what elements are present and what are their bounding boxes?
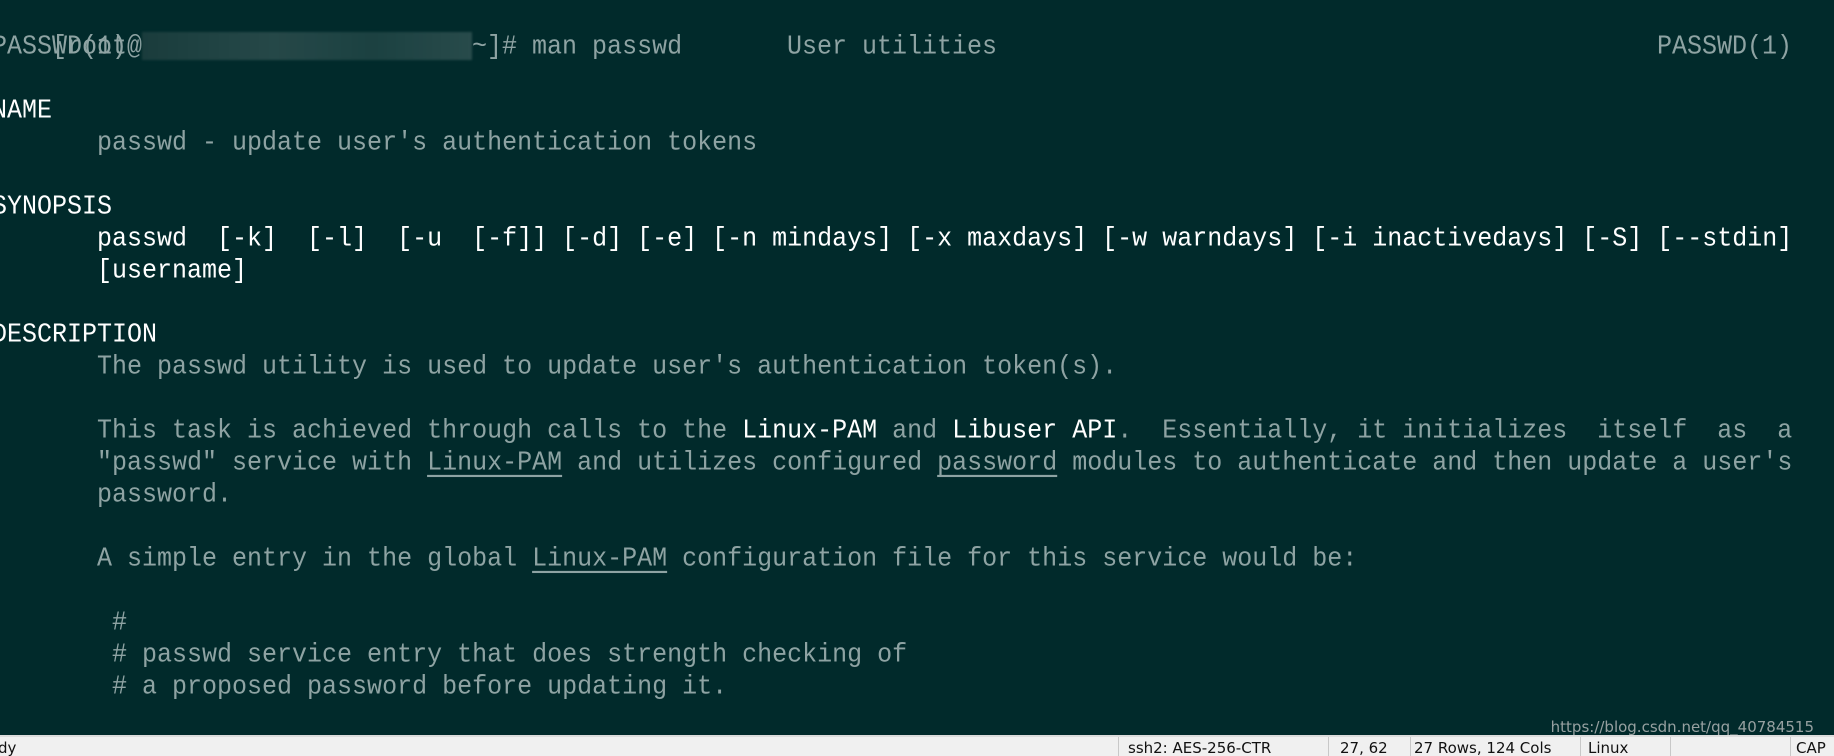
status-term-type: Linux (1588, 739, 1629, 756)
prompt-line: [root@ ~]# man passwd (0, 0, 682, 62)
header-center: User utilities (787, 30, 998, 63)
header-right: PASSWD(1) (1657, 30, 1793, 63)
text-segment: This task is achieved through calls to t… (0, 414, 743, 447)
terminal-line: "passwd" service with Linux-PAM and util… (0, 447, 1792, 479)
bold-text: SYNOPSIS (0, 190, 113, 223)
terminal-line: NAME (0, 95, 52, 127)
terminal-line: passwd - update user's authentication to… (0, 127, 757, 159)
bold-text: Libuser API (952, 414, 1118, 447)
status-ready: dy (0, 739, 17, 756)
text-segment: # a proposed password before updating it… (0, 670, 728, 703)
underlined-text: Linux-PAM (427, 446, 563, 479)
terminal-line: A simple entry in the global Linux-PAM c… (0, 543, 1357, 575)
header-left: PASSWD(1) (0, 30, 128, 63)
terminal-line: DESCRIPTION (0, 319, 157, 351)
text-segment: The passwd utility is used to update use… (0, 350, 1118, 383)
underlined-text: password (937, 446, 1058, 479)
bold-text: Linux-PAM (742, 414, 878, 447)
terminal-line: # passwd service entry that does strengt… (0, 639, 907, 671)
text-segment: modules to authenticate and then update … (1057, 446, 1793, 479)
status-cipher: ssh2: AES-256-CTR (1128, 739, 1272, 756)
text-segment: # passwd service entry that does strengt… (0, 638, 908, 671)
text-segment: "passwd" service with (0, 446, 428, 479)
terminal-line: # a proposed password before updating it… (0, 671, 727, 703)
terminal-area[interactable]: [root@ ~]# man passwd PASSWD(1) User util… (0, 0, 1834, 733)
terminal-line: SYNOPSIS (0, 191, 112, 223)
text-segment: and (877, 414, 953, 447)
status-cursor: 27, 62 (1340, 739, 1388, 756)
terminal-line: [username] (0, 255, 247, 287)
terminal-line: password. (0, 479, 232, 511)
divider (1118, 737, 1119, 756)
terminal-line: This task is achieved through calls to t… (0, 415, 1792, 447)
text-segment: password. (0, 478, 233, 511)
divider (1580, 737, 1581, 756)
divider (1410, 737, 1411, 756)
text-segment: # (0, 606, 128, 639)
text-segment: configuration file for this service woul… (667, 542, 1358, 575)
bold-text: passwd [-k] [-l] [-u [-f]] [-d] [-e] [-n… (0, 222, 1793, 255)
text-segment: A simple entry in the global (0, 542, 533, 575)
text-segment: and utilizes configured (562, 446, 938, 479)
divider (1790, 737, 1791, 756)
underlined-text: Linux-PAM (532, 542, 668, 575)
bold-text: NAME (0, 94, 53, 127)
status-size: 27 Rows, 124 Cols (1414, 739, 1552, 756)
watermark: https://blog.csdn.net/qq_40784515 (1550, 718, 1814, 736)
terminal-line: # (0, 607, 127, 639)
status-bar: dy ssh2: AES-256-CTR 27, 62 27 Rows, 124… (0, 735, 1834, 756)
divider (1670, 737, 1671, 756)
status-caps: CAP (1796, 739, 1826, 756)
terminal-line: The passwd utility is used to update use… (0, 351, 1117, 383)
text-segment: . Essentially, it initializes itself as … (1117, 414, 1793, 447)
man-header: PASSWD(1) User utilities PASSWD(1) (0, 31, 1834, 63)
bold-text: DESCRIPTION (0, 318, 158, 351)
divider (1328, 737, 1329, 756)
bold-text: [username] (0, 254, 248, 287)
text-segment: passwd - update user's authentication to… (0, 126, 758, 159)
terminal-line: passwd [-k] [-l] [-u [-f]] [-d] [-e] [-n… (0, 223, 1792, 255)
